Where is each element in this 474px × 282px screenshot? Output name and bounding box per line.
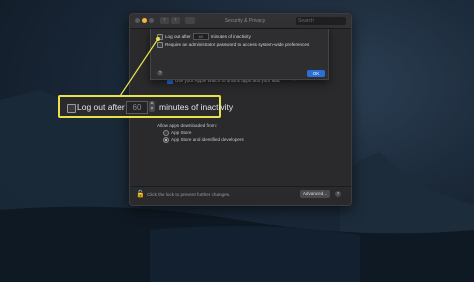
logout-option[interactable]: Log out after 60 minutes of inactivity bbox=[157, 33, 251, 41]
radio-app-store-button[interactable] bbox=[163, 129, 169, 136]
stepper-down-icon[interactable]: ▼ bbox=[149, 106, 155, 113]
radio-app-store-identified[interactable]: App Store and identified developers bbox=[163, 136, 244, 143]
callout-minutes-stepper[interactable]: ▲ ▼ bbox=[149, 100, 155, 113]
minimize-button[interactable] bbox=[142, 18, 147, 23]
logout-label: Log out after bbox=[165, 34, 191, 39]
window-title: Security & Privacy bbox=[224, 18, 266, 24]
help-button[interactable]: ? bbox=[335, 191, 341, 197]
callout-suffix-label: minutes of inactivity bbox=[159, 102, 234, 112]
callout-logout-label: Log out after bbox=[77, 102, 125, 112]
allow-apps-heading: Allow apps downloaded from: bbox=[157, 123, 218, 128]
back-button[interactable]: ‹ bbox=[160, 17, 169, 24]
admin-password-label: Require an administrator password to acc… bbox=[165, 42, 310, 47]
zoom-callout: Log out after 60 ▲ ▼ minutes of inactivit… bbox=[58, 95, 233, 118]
sheet-help-button[interactable]: ? bbox=[157, 70, 163, 76]
radio-app-store-label: App Store bbox=[171, 130, 192, 135]
lock-icon[interactable]: 🔓 bbox=[136, 191, 145, 198]
advanced-button[interactable]: Advanced... bbox=[300, 190, 330, 198]
window-titlebar: ‹ › Security & Privacy Search bbox=[130, 14, 351, 29]
forward-button[interactable]: › bbox=[171, 17, 180, 24]
logout-checkbox[interactable] bbox=[157, 33, 163, 40]
logout-minutes-field[interactable]: 60 bbox=[192, 33, 209, 41]
radio-app-store-identified-button[interactable] bbox=[163, 136, 169, 143]
close-button[interactable] bbox=[135, 18, 140, 23]
admin-password-checkbox[interactable] bbox=[157, 41, 163, 48]
zoom-button[interactable] bbox=[149, 18, 154, 23]
ok-button[interactable]: OK bbox=[307, 70, 325, 77]
logout-suffix: minutes of inactivity bbox=[210, 34, 251, 39]
callout-minutes-field[interactable]: 60 bbox=[126, 101, 148, 114]
search-field[interactable]: Search bbox=[296, 17, 346, 25]
lock-hint-text: Click the lock to prevent further change… bbox=[147, 192, 231, 197]
callout-logout-checkbox[interactable] bbox=[67, 104, 76, 113]
advanced-sheet: Log out after 60 minutes of inactivity Req… bbox=[150, 29, 329, 80]
admin-password-option[interactable]: Require an administrator password to acc… bbox=[157, 41, 309, 48]
radio-app-store[interactable]: App Store bbox=[163, 129, 191, 136]
radio-app-store-identified-label: App Store and identified developers bbox=[171, 137, 244, 142]
show-all-grid-icon[interactable] bbox=[185, 17, 195, 24]
bottom-divider bbox=[130, 186, 351, 187]
